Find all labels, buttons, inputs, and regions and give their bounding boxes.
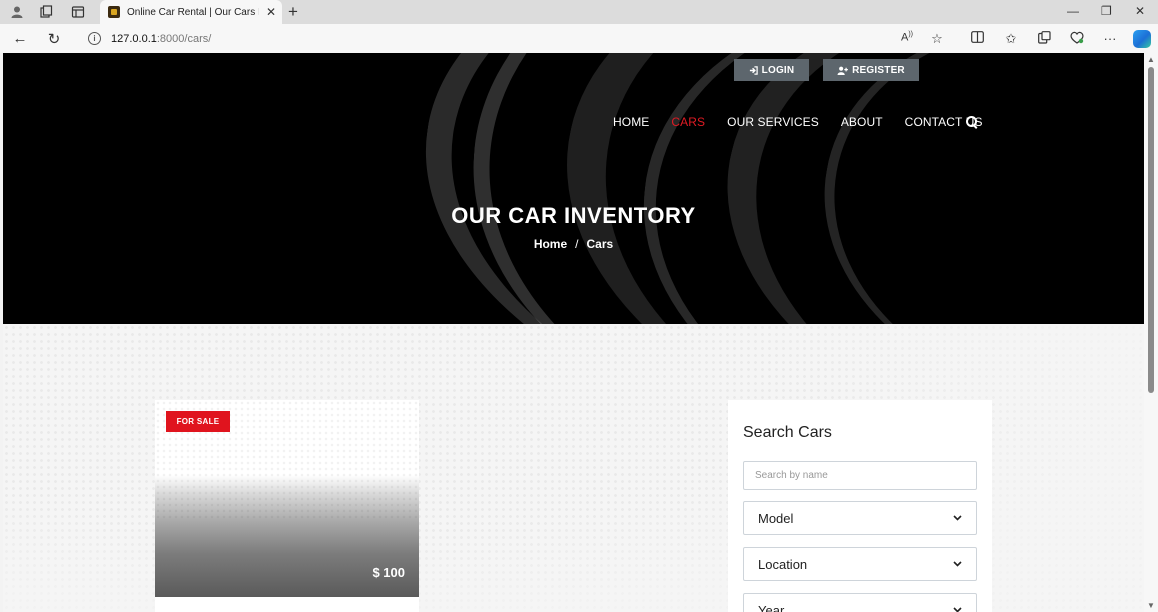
location-select-value: Location	[758, 556, 808, 572]
nav-home[interactable]: HOME	[613, 115, 649, 129]
browser-essentials-icon[interactable]	[1069, 31, 1085, 47]
url-text: 127.0.0.1:8000/cars/	[111, 33, 211, 45]
page-scrollbar[interactable]: ▲ ▼	[1144, 53, 1158, 612]
search-by-name-input[interactable]	[743, 461, 977, 490]
register-label: REGISTER	[852, 64, 905, 76]
site-favicon-icon	[108, 6, 120, 18]
scroll-up-icon[interactable]: ▲	[1147, 55, 1155, 64]
chevron-down-icon	[953, 605, 962, 612]
chevron-down-icon	[953, 513, 962, 523]
user-plus-icon	[837, 66, 849, 75]
split-screen-icon[interactable]	[969, 31, 985, 46]
site-info-icon[interactable]: i	[88, 32, 101, 45]
address-bar[interactable]: i 127.0.0.1:8000/cars/	[78, 27, 958, 50]
restore-icon[interactable]: ❐	[1101, 4, 1112, 18]
nav-cars[interactable]: CARS	[671, 115, 705, 129]
copilot-icon[interactable]	[1133, 30, 1151, 48]
back-arrow-icon[interactable]: ←	[11, 30, 29, 47]
browser-tab[interactable]: Online Car Rental | Our Cars Inve ✕	[100, 0, 282, 24]
sale-badge: FOR SALE	[166, 411, 230, 432]
new-tab-icon[interactable]: +	[288, 2, 298, 22]
tab-actions-icon[interactable]	[70, 4, 86, 20]
more-options-icon[interactable]: ···	[1102, 31, 1118, 46]
login-button[interactable]: LOGIN	[734, 59, 809, 81]
breadcrumb-current: Cars	[586, 237, 614, 251]
read-aloud-icon[interactable]: A))	[899, 31, 915, 44]
profile-icon[interactable]	[9, 4, 25, 20]
breadcrumb-home[interactable]: Home	[534, 237, 567, 251]
collections-icon[interactable]	[1036, 31, 1052, 47]
nav-about[interactable]: ABOUT	[841, 115, 883, 129]
car-price: $ 100	[372, 565, 405, 580]
browser-titlebar: Online Car Rental | Our Cars Inve ✕ + — …	[0, 0, 1158, 24]
workspaces-icon[interactable]	[38, 4, 54, 20]
year-select[interactable]: Year	[743, 593, 977, 612]
url-path: :8000/cars/	[156, 32, 212, 45]
nav-our-services[interactable]: OUR SERVICES	[727, 115, 819, 129]
sign-in-icon	[749, 65, 758, 75]
search-cars-panel: Search Cars Model Location Year	[728, 400, 992, 612]
minimize-icon[interactable]: —	[1067, 4, 1079, 18]
model-select[interactable]: Model	[743, 501, 977, 535]
window-close-icon[interactable]: ✕	[1135, 4, 1145, 18]
page-title: OUR CAR INVENTORY	[451, 203, 696, 228]
url-host: 127.0.0.1	[111, 32, 157, 45]
close-tab-icon[interactable]: ✕	[266, 5, 276, 19]
breadcrumb: Home / Cars	[3, 237, 1144, 251]
car-card[interactable]: FOR SALE $ 100	[155, 400, 419, 612]
main-navigation: HOME CARS OUR SERVICES ABOUT CONTACT US	[613, 115, 1005, 129]
search-icon[interactable]	[966, 116, 978, 128]
chevron-down-icon	[953, 559, 962, 569]
scroll-down-icon[interactable]: ▼	[1147, 601, 1155, 610]
browser-toolbar: ← ↻ i 127.0.0.1:8000/cars/ A)) ☆ ✩ ···	[0, 24, 1158, 53]
year-select-value: Year	[758, 602, 785, 612]
location-select[interactable]: Location	[743, 547, 977, 581]
model-select-value: Model	[758, 510, 794, 526]
favorites-icon[interactable]: ✩	[1003, 31, 1019, 47]
refresh-icon[interactable]: ↻	[45, 30, 63, 48]
search-heading: Search Cars	[743, 424, 832, 441]
register-button[interactable]: REGISTER	[823, 59, 919, 81]
login-label: LOGIN	[761, 64, 795, 76]
hero-banner: LOGIN REGISTER HOME CARS OUR SERVICES AB…	[3, 53, 1144, 324]
breadcrumb-separator: /	[575, 237, 579, 251]
scroll-thumb[interactable]	[1148, 67, 1154, 393]
car-card-body	[155, 597, 419, 612]
tab-title: Online Car Rental | Our Cars Inve	[127, 6, 259, 18]
page-viewport: LOGIN REGISTER HOME CARS OUR SERVICES AB…	[3, 53, 1144, 612]
favorite-star-icon[interactable]: ☆	[929, 31, 945, 47]
